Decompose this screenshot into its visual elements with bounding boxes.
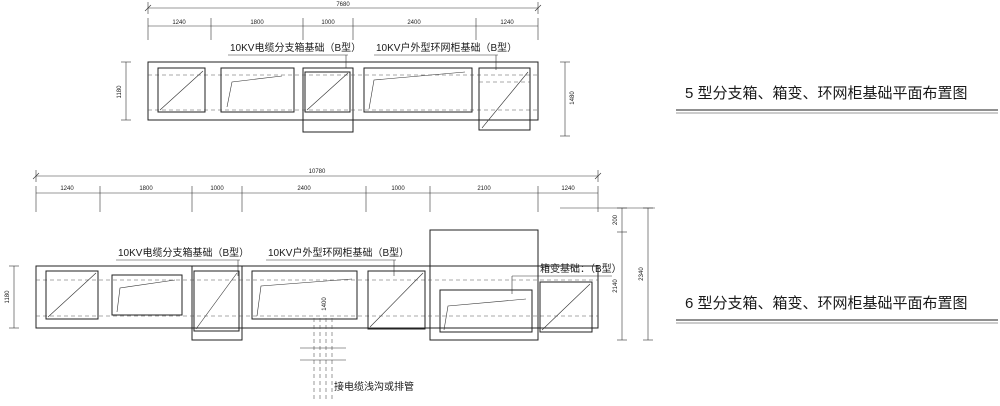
drawing-canvas: 7680 1240 1800 1000 2400 1240 10KV电缆分支箱基… — [0, 0, 1000, 401]
plan5-segment-dimensions: 1240 1800 1000 2400 1240 — [147, 18, 539, 40]
plan5-seg-dim-1: 1240 — [172, 20, 186, 26]
plan5-ring-main-label: 10KV户外型环网柜基础（B型） — [376, 41, 517, 54]
plan6-seg-dim-2: 1800 — [139, 186, 153, 192]
plan5-ring-main-foundation — [363, 67, 473, 113]
plan5-right-height-dim: 1480 — [570, 91, 576, 105]
plan5-foundation-outline — [147, 61, 539, 133]
plan6-total-dim-text: 10780 — [309, 169, 326, 175]
plan6-title: 6 型分支箱、箱变、环网柜基础平面布置图 — [685, 295, 968, 312]
plan5-branch-box-label: 10KV电缆分支箱基础（B型） — [230, 41, 361, 54]
plan6-box-transformer-foundation — [439, 289, 533, 333]
plan6-cable-label: 接电缆浅沟或排管 — [334, 380, 414, 393]
plan5-seg-dim-5: 1240 — [500, 20, 514, 26]
plan6-seg-dim-1: 1240 — [60, 186, 74, 192]
plan5-total-dimension: 7680 — [144, 2, 542, 14]
plan5-branch-box-foundation — [220, 67, 295, 113]
plan5-seg-dim-4: 2400 — [407, 20, 421, 26]
plan6-right-200-dim: 200 — [613, 214, 619, 225]
plan6-seg-dim-4: 2400 — [297, 186, 311, 192]
plan6-1400-dim: 1400 — [322, 297, 328, 311]
plan6-seg-dim-7: 1240 — [561, 186, 575, 192]
plan6-right-2340-dim: 2340 — [639, 267, 645, 281]
plan6-box-transformer-label: 箱变基础：（B型） — [540, 262, 622, 275]
plan6-foundation-outline — [35, 229, 599, 341]
plan5-left-height-dim: 1180 — [117, 85, 123, 99]
plan-5-group: 7680 1240 1800 1000 2400 1240 10KV电缆分支箱基… — [117, 2, 998, 137]
plan6-seg-dim-5: 1000 — [391, 186, 405, 192]
plan5-seg-dim-2: 1800 — [250, 20, 264, 26]
foundation-layout-drawing: 7680 1240 1800 1000 2400 1240 10KV电缆分支箱基… — [5, 2, 998, 401]
plan6-ring-main-foundation — [251, 270, 358, 320]
plan6-branch-box-foundation — [111, 274, 183, 316]
plan6-segment-dimensions: 1240 1800 1000 2400 1000 2100 1240 — [35, 186, 599, 212]
plan6-left-height-dim: 1180 — [5, 290, 11, 304]
plan-6-group: 10780 1240 1800 1000 2400 1000 2100 1240… — [5, 169, 998, 401]
plan5-title: 5 型分支箱、箱变、环网柜基础平面布置图 — [685, 85, 968, 102]
plan6-ring-main-label: 10KV户外型环网柜基础（B型） — [268, 246, 409, 259]
plan6-seg-dim-6: 2100 — [477, 186, 491, 192]
plan5-total-dim-text: 7680 — [336, 2, 350, 8]
plan6-branch-box-label: 10KV电缆分支箱基础（B型） — [118, 246, 249, 259]
plan6-right-2140-dim: 2140 — [613, 279, 619, 293]
plan5-right-pit — [478, 67, 531, 131]
plan5-seg-dim-3: 1000 — [321, 20, 335, 26]
plan6-seg-dim-3: 1000 — [210, 186, 224, 192]
plan6-total-dimension: 10780 — [32, 169, 602, 182]
